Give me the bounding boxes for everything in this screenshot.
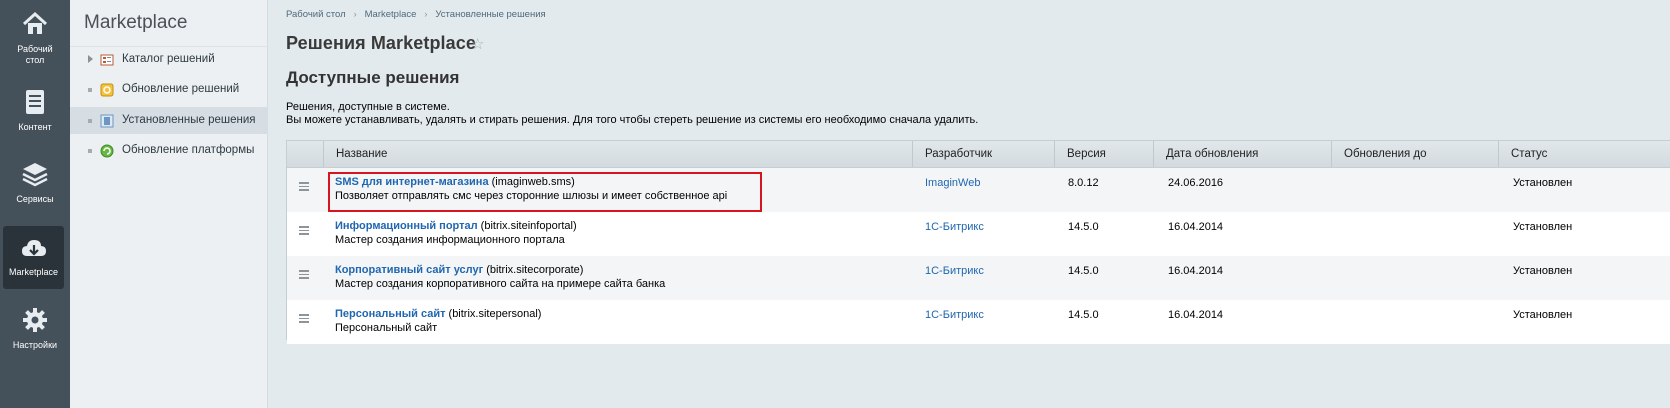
- home-icon: [22, 11, 48, 34]
- breadcrumb: Рабочий стол › Marketplace › Установленные р…: [286, 9, 554, 20]
- version-cell: 14.5.0: [1068, 265, 1099, 277]
- page-title: Решения Marketplace: [286, 33, 476, 53]
- menu-item-label: Обновление решений: [122, 83, 240, 95]
- cloud-download-icon: [21, 240, 46, 256]
- status-cell: Установлен: [1513, 309, 1573, 321]
- column-header-developer[interactable]: Разработчик: [912, 141, 1054, 167]
- nav-desktop[interactable]: Рабочий стол: [0, 10, 70, 66]
- solution-code: (bitrix.sitepersonal): [448, 308, 542, 320]
- breadcrumb-item-installed[interactable]: Установленные решения: [435, 9, 545, 20]
- catalog-icon: [100, 54, 114, 66]
- developer-link[interactable]: 1С-Битрикс: [925, 221, 984, 233]
- table-header: Название Разработчик Версия Дата обновле…: [287, 141, 1670, 168]
- star-icon[interactable]: ☆: [471, 35, 484, 53]
- solution-code: (bitrix.sitecorporate): [486, 264, 584, 276]
- solution-description: Мастер создания информационного портала: [335, 234, 565, 246]
- nav-content-label: Контент: [18, 122, 52, 132]
- solutions-table: Название Разработчик Версия Дата обновле…: [286, 140, 1670, 344]
- solution-cell: Информационный портал (bitrix.siteinfopo…: [335, 220, 905, 246]
- nav-content[interactable]: Контент: [0, 88, 70, 133]
- date-cell: 16.04.2014: [1168, 221, 1224, 233]
- nav-settings-label: Настройки: [12, 340, 58, 350]
- chevron-right-icon: ›: [424, 9, 428, 19]
- solution-cell: Корпоративный сайт услуг (bitrix.sitecor…: [335, 264, 905, 290]
- update-icon: [100, 83, 114, 97]
- expand-arrow-icon[interactable]: [88, 55, 93, 63]
- row-menu-icon[interactable]: [299, 314, 309, 323]
- solution-name-link[interactable]: Персональный сайт: [335, 308, 445, 320]
- row-menu-icon[interactable]: [299, 270, 309, 279]
- description-line-1: Решения, доступные в системе.: [286, 101, 450, 113]
- solution-name-link[interactable]: Информационный портал: [335, 220, 478, 232]
- menu-item-catalog[interactable]: Каталог решений: [70, 47, 268, 73]
- column-header-status[interactable]: Статус: [1498, 141, 1670, 167]
- column-header-date[interactable]: Дата обновления: [1153, 141, 1331, 167]
- column-header-version[interactable]: Версия: [1054, 141, 1153, 167]
- highlight-annotation: [328, 172, 762, 212]
- column-header-name[interactable]: Название: [323, 141, 912, 167]
- solution-name-link[interactable]: Корпоративный сайт услуг: [335, 264, 483, 276]
- main-content: Рабочий стол › Marketplace › Установленные р…: [268, 0, 1670, 408]
- section-menu: Marketplace Каталог решений Обновление р…: [70, 0, 268, 408]
- menu-item-installed-solutions[interactable]: Установленные решения: [70, 107, 268, 134]
- menu-item-label: Установленные решения: [122, 114, 256, 126]
- solution-code: (bitrix.siteinfoportal): [480, 220, 577, 232]
- nav-settings[interactable]: Настройки: [0, 306, 70, 351]
- bullet-icon: [88, 149, 92, 153]
- gear-icon: [23, 308, 47, 332]
- section-heading: Доступные решения: [286, 68, 460, 87]
- row-menu-icon[interactable]: [299, 182, 309, 191]
- table-row: Персональный сайт (bitrix.sitepersonal) …: [287, 300, 1670, 344]
- menu-title: Marketplace: [84, 12, 188, 33]
- left-navigation-bar: Рабочий стол Контент Сервисы Marketplace: [0, 0, 70, 408]
- solution-cell: Персональный сайт (bitrix.sitepersonal) …: [335, 308, 905, 334]
- nav-marketplace[interactable]: Marketplace: [3, 226, 64, 289]
- column-header-updates-to[interactable]: Обновления до: [1331, 141, 1498, 167]
- installed-icon: [100, 114, 114, 128]
- bullet-icon: [88, 119, 92, 123]
- status-cell: Установлен: [1513, 177, 1573, 189]
- status-cell: Установлен: [1513, 221, 1573, 233]
- layers-icon: [22, 163, 48, 187]
- developer-link[interactable]: ImaginWeb: [925, 177, 980, 189]
- date-cell: 16.04.2014: [1168, 265, 1224, 277]
- nav-desktop-label: Рабочий стол: [17, 44, 53, 65]
- bullet-icon: [88, 88, 92, 92]
- developer-link[interactable]: 1С-Битрикс: [925, 265, 984, 277]
- menu-item-label: Обновление платформы: [122, 144, 255, 156]
- table-row: Корпоративный сайт услуг (bitrix.sitecor…: [287, 256, 1670, 300]
- date-cell: 24.06.2016: [1168, 177, 1224, 189]
- breadcrumb-item-desktop[interactable]: Рабочий стол: [286, 9, 346, 20]
- date-cell: 16.04.2014: [1168, 309, 1224, 321]
- document-icon: [26, 90, 44, 114]
- status-cell: Установлен: [1513, 265, 1573, 277]
- version-cell: 14.5.0: [1068, 221, 1099, 233]
- solution-description: Мастер создания корпоративного сайта на …: [335, 278, 666, 290]
- breadcrumb-item-marketplace[interactable]: Marketplace: [365, 9, 417, 20]
- column-header-actions: [287, 141, 323, 167]
- row-menu-icon[interactable]: [299, 226, 309, 235]
- version-cell: 8.0.12: [1068, 177, 1099, 189]
- solution-description: Персональный сайт: [335, 322, 438, 334]
- menu-item-update-solutions[interactable]: Обновление решений: [70, 77, 268, 103]
- nav-marketplace-label: Marketplace: [8, 267, 59, 277]
- platform-update-icon: [100, 144, 114, 158]
- developer-link[interactable]: 1С-Битрикс: [925, 309, 984, 321]
- nav-services-label: Сервисы: [16, 194, 54, 204]
- description-line-2: Вы можете устанавливать, удалять и стира…: [286, 114, 979, 126]
- menu-item-platform-update[interactable]: Обновление платформы: [70, 138, 268, 164]
- table-row: Информационный портал (bitrix.siteinfopo…: [287, 212, 1670, 256]
- chevron-right-icon: ›: [353, 9, 357, 19]
- version-cell: 14.5.0: [1068, 309, 1099, 321]
- nav-services[interactable]: Сервисы: [0, 160, 70, 205]
- menu-item-label: Каталог решений: [122, 53, 215, 65]
